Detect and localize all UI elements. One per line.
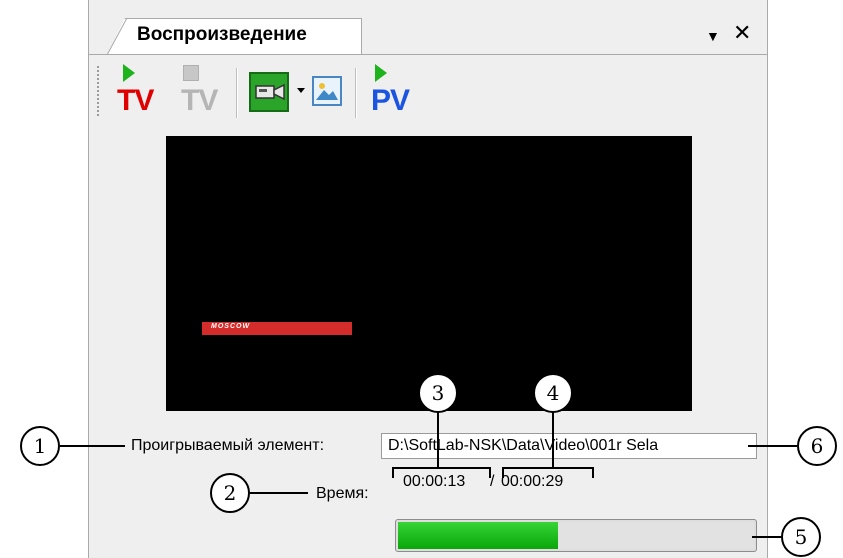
callout-1: 1 (20, 426, 60, 466)
callout-lines (60, 412, 797, 538)
callout-2: 2 (210, 473, 250, 513)
callout-5: 5 (781, 517, 821, 557)
callout-4: 4 (533, 373, 573, 413)
callout-3: 3 (418, 373, 458, 413)
callout-6: 6 (797, 426, 837, 466)
